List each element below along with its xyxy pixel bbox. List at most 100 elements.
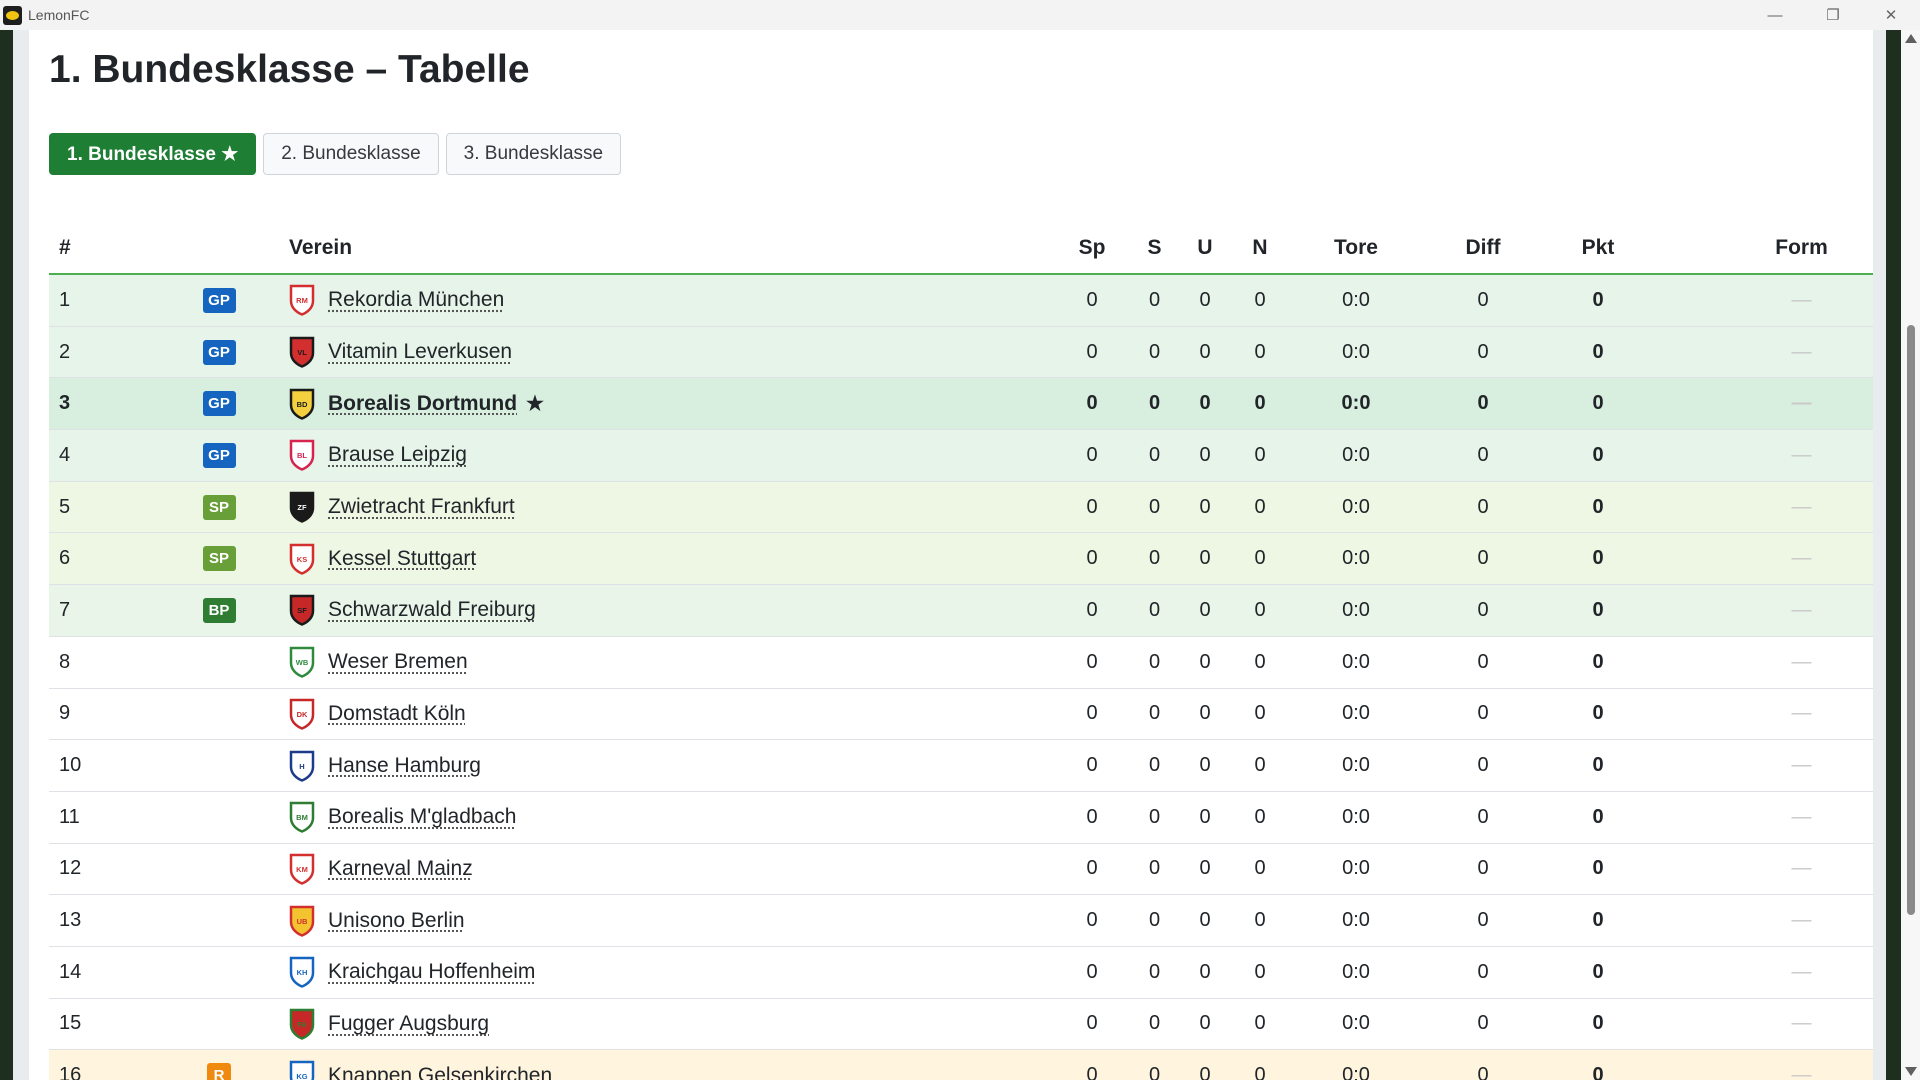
header-position[interactable]: # <box>49 223 149 275</box>
losses-cell: 0 <box>1226 274 1294 327</box>
games-cell: 0 <box>1059 739 1125 792</box>
club-cell: DK Domstadt Köln <box>289 688 1059 741</box>
form-cell: — <box>1648 739 1873 792</box>
points-cell: 0 <box>1548 377 1648 431</box>
header-wins[interactable]: S <box>1125 223 1184 275</box>
svg-text:KS: KS <box>297 555 307 564</box>
table-row[interactable]: 15 FA Fugger Augsburg 0 0 0 0 0:0 0 0— <box>49 998 1873 1051</box>
club-link[interactable]: Borealis Dortmund <box>328 392 517 416</box>
club-cell: RM Rekordia München <box>289 274 1059 327</box>
tab-league-2[interactable]: 2. Bundesklasse <box>263 133 439 175</box>
header-goals[interactable]: Tore <box>1294 223 1418 275</box>
draws-cell: 0 <box>1184 998 1226 1051</box>
club-wrapper: BM Borealis M'gladbach <box>289 801 1059 834</box>
table-row[interactable]: 6 SP KS Kessel Stuttgart 0 0 0 0 0:0 0 0— <box>49 532 1873 586</box>
vertical-scrollbar[interactable] <box>1901 30 1920 1080</box>
scrollbar-thumb[interactable] <box>1907 325 1915 915</box>
table-row[interactable]: 1 GP RM Rekordia München 0 0 0 0 0:0 0 0— <box>49 274 1873 327</box>
club-link[interactable]: Rekordia München <box>328 288 504 312</box>
wins-cell: 0 <box>1125 377 1184 431</box>
header-draws[interactable]: U <box>1184 223 1226 275</box>
header-form[interactable]: Form <box>1648 223 1873 275</box>
goals-cell: 0:0 <box>1294 429 1418 482</box>
form-cell: — <box>1648 481 1873 534</box>
position-cell: 1 <box>49 274 149 327</box>
club-link[interactable]: Karneval Mainz <box>328 857 473 881</box>
scroll-up-arrow-icon[interactable] <box>1905 34 1917 43</box>
restore-icon[interactable]: ❐ <box>1804 0 1862 30</box>
club-wrapper: KS Kessel Stuttgart <box>289 543 1059 575</box>
table-row[interactable]: 2 GP VL Vitamin Leverkusen 0 0 0 0 0:0 0 0— <box>49 326 1873 379</box>
table-row[interactable]: 7 BP SF Schwarzwald Freiburg 0 0 0 0 0:0 0 0— <box>49 584 1873 637</box>
club-link[interactable]: Borealis M'gladbach <box>328 805 516 829</box>
right-margin <box>1873 30 1886 1080</box>
table-row[interactable]: 16 R KG Knappen Gelsenkirchen 0 0 0 0 0:0 0 0— <box>49 1049 1873 1080</box>
losses-cell: 0 <box>1226 584 1294 637</box>
header-losses[interactable]: N <box>1226 223 1294 275</box>
header-goal-diff[interactable]: Diff <box>1418 223 1548 275</box>
club-link[interactable]: Hanse Hamburg <box>328 754 481 778</box>
position-cell: 11 <box>49 791 149 844</box>
goal-diff-cell: 0 <box>1418 843 1548 896</box>
table-row[interactable]: 10 H Hanse Hamburg 0 0 0 0 0:0 0 0— <box>49 739 1873 792</box>
points-cell: 0 <box>1548 1049 1648 1080</box>
club-link[interactable]: Kessel Stuttgart <box>328 547 476 571</box>
club-link[interactable]: Zwietracht Frankfurt <box>328 495 515 519</box>
table-row[interactable]: 8 WB Weser Bremen 0 0 0 0 0:0 0 0— <box>49 636 1873 689</box>
table-row[interactable]: 3 GP BD Borealis Dortmund ★ 0 0 0 0 0:0 0 0— <box>49 377 1873 431</box>
club-link[interactable]: Schwarzwald Freiburg <box>328 598 536 622</box>
club-link[interactable]: Fugger Augsburg <box>328 1012 489 1036</box>
goal-diff-cell: 0 <box>1418 946 1548 999</box>
position-cell: 16 <box>49 1049 149 1080</box>
scroll-down-arrow-icon[interactable] <box>1905 1067 1917 1076</box>
draws-cell: 0 <box>1184 688 1226 741</box>
table-row[interactable]: 9 DK Domstadt Köln 0 0 0 0 0:0 0 0— <box>49 688 1873 741</box>
tab-league-3[interactable]: 3. Bundesklasse <box>445 133 622 175</box>
zone-cell <box>149 739 289 792</box>
zone-badge: GP <box>202 391 236 417</box>
header-points[interactable]: Pkt <box>1548 223 1648 275</box>
club-cell: WB Weser Bremen <box>289 636 1059 689</box>
club-link[interactable]: Weser Bremen <box>328 650 468 674</box>
form-cell: — <box>1648 429 1873 482</box>
club-link[interactable]: Kraichgau Hoffenheim <box>328 960 535 984</box>
table-row[interactable]: 4 GP BL Brause Leipzig 0 0 0 0 0:0 0 0— <box>49 429 1873 482</box>
draws-cell: 0 <box>1184 377 1226 431</box>
club-link[interactable]: Domstadt Köln <box>328 702 466 726</box>
main-content: 1. Bundesklasse – Tabelle 1. Bundesklass… <box>29 30 1873 1080</box>
club-link[interactable]: Knappen Gelsenkirchen <box>328 1064 552 1080</box>
table-row[interactable]: 5 SP ZF Zwietracht Frankfurt 0 0 0 0 0:0 0 0— <box>49 481 1873 534</box>
games-cell: 0 <box>1059 481 1125 534</box>
goals-cell: 0:0 <box>1294 584 1418 637</box>
position-cell: 7 <box>49 584 149 637</box>
draws-cell: 0 <box>1184 1049 1226 1080</box>
points-cell: 0 <box>1548 274 1648 327</box>
header-games[interactable]: Sp <box>1059 223 1125 275</box>
minimize-icon[interactable]: — <box>1746 0 1804 30</box>
close-icon[interactable]: ✕ <box>1862 0 1920 30</box>
table-row[interactable]: 14 KH Kraichgau Hoffenheim 0 0 0 0 0:0 0 0— <box>49 946 1873 999</box>
goal-diff-cell: 0 <box>1418 274 1548 327</box>
svg-text:WB: WB <box>296 658 309 667</box>
club-crest-icon: H <box>289 750 315 782</box>
goal-diff-cell: 0 <box>1418 688 1548 741</box>
games-cell: 0 <box>1059 532 1125 586</box>
club-link[interactable]: Unisono Berlin <box>328 909 465 933</box>
club-link[interactable]: Brause Leipzig <box>328 443 467 467</box>
club-cell: BL Brause Leipzig <box>289 429 1059 482</box>
tab-league-1[interactable]: 1. Bundesklasse ★ <box>49 133 257 175</box>
club-crest-icon: BL <box>289 440 315 472</box>
points-cell: 0 <box>1548 739 1648 792</box>
header-club[interactable]: Verein <box>289 223 1059 275</box>
table-row[interactable]: 13 UB Unisono Berlin 0 0 0 0 0:0 0 0— <box>49 894 1873 947</box>
losses-cell: 0 <box>1226 946 1294 999</box>
svg-text:FA: FA <box>297 1020 307 1029</box>
goal-diff-cell: 0 <box>1418 1049 1548 1080</box>
club-link[interactable]: Vitamin Leverkusen <box>328 340 512 364</box>
table-row[interactable]: 12 KM Karneval Mainz 0 0 0 0 0:0 0 0— <box>49 843 1873 896</box>
standings-table: # Verein Sp S U N Tore Diff Pkt Form 1 GP… <box>49 223 1873 1080</box>
zone-badge: SP <box>202 546 236 572</box>
zone-cell <box>149 946 289 999</box>
games-cell: 0 <box>1059 791 1125 844</box>
table-row[interactable]: 11 BM Borealis M'gladbach 0 0 0 0 0:0 0 0— <box>49 791 1873 844</box>
